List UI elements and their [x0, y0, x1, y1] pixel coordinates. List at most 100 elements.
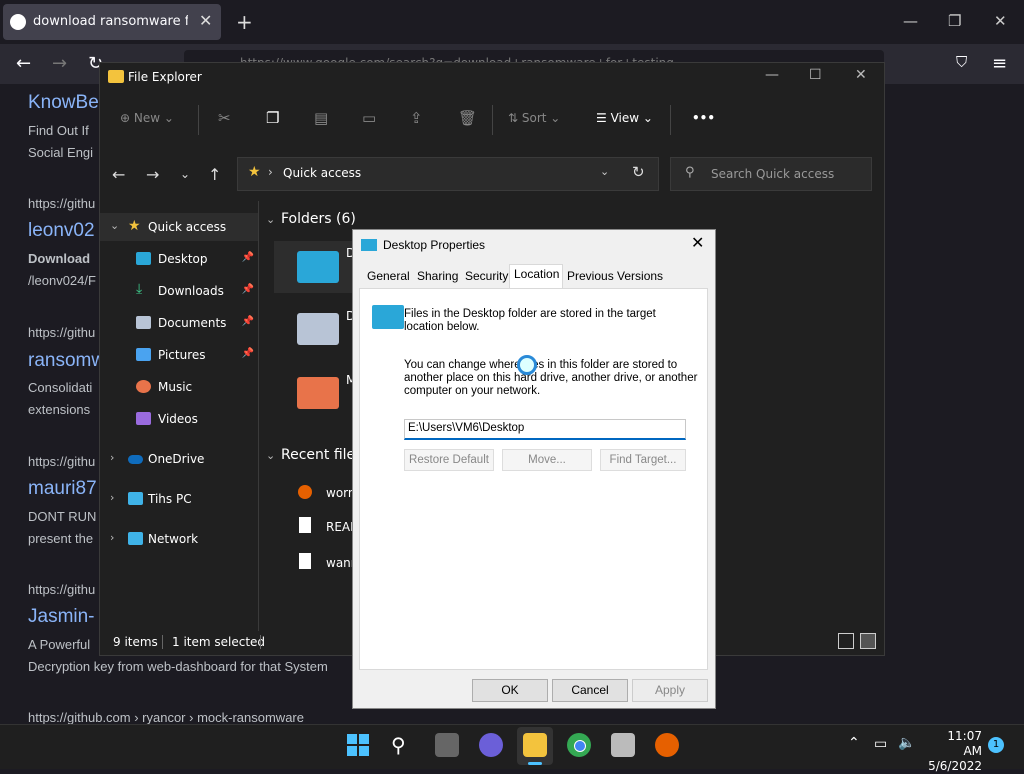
sort-button[interactable]: ⇅ Sort ⌄	[508, 111, 560, 125]
system-clock[interactable]: 11:07 AM 5/6/2022	[926, 729, 982, 774]
folders-header[interactable]: Folders (6)	[281, 211, 356, 227]
sidebar-item-videos[interactable]: Videos	[100, 405, 258, 433]
pocket-icon[interactable]: ⛉	[956, 53, 967, 71]
tab-title: download ransomware for testi	[33, 14, 188, 29]
close-icon[interactable]: ✕	[855, 67, 867, 83]
desktop-folder-icon[interactable]	[297, 251, 339, 283]
rename-icon[interactable]: ▭	[362, 109, 376, 127]
refresh-icon[interactable]: ↻	[632, 163, 645, 181]
delete-icon[interactable]: 🗑	[458, 109, 477, 127]
chevron-right-icon[interactable]: ›	[110, 531, 114, 544]
result-url[interactable]: https://github.com › ryancor › mock-rans…	[28, 710, 304, 725]
tab-security[interactable]: Security	[465, 269, 508, 283]
move-button[interactable]: Move...	[502, 449, 592, 471]
chrome-icon[interactable]	[567, 733, 591, 757]
address-bar[interactable]: ★ › Quick access ⌄ ↻	[237, 157, 659, 191]
result-url[interactable]: https://githu	[28, 454, 95, 469]
details-view-icon[interactable]	[838, 633, 854, 649]
chevron-right-icon[interactable]: ›	[110, 491, 114, 504]
new-tab-button[interactable]: +	[236, 10, 253, 34]
start-icon[interactable]	[346, 733, 370, 757]
pin-icon[interactable]: 📌	[242, 252, 254, 263]
tiles-view-icon[interactable]	[860, 633, 876, 649]
new-button[interactable]: ⊕ New ⌄	[120, 111, 174, 125]
tab-previous-versions[interactable]: Previous Versions	[567, 269, 663, 283]
result-title[interactable]: Jasmin-	[28, 606, 95, 628]
result-url[interactable]: https://githu	[28, 325, 95, 340]
sidebar-item-this-pc[interactable]: › Tihs PC	[100, 485, 258, 513]
sidebar-item-onedrive[interactable]: › OneDrive	[100, 445, 258, 473]
chevron-down-icon[interactable]: ⌄	[110, 219, 119, 232]
forward-icon[interactable]: →	[52, 53, 67, 74]
back-icon[interactable]: ←	[112, 165, 125, 184]
file-explorer-icon[interactable]	[523, 733, 547, 757]
navigation-pane: ⌄ ★ Quick access Desktop 📌 ⤓ Downloads 📌…	[100, 211, 260, 631]
share-icon[interactable]: ⇪	[410, 109, 423, 127]
firefox-icon[interactable]	[655, 733, 679, 757]
browser-tab[interactable]: download ransomware for testi ✕	[3, 4, 221, 40]
minimize-icon[interactable]: —	[903, 12, 918, 30]
close-icon[interactable]: ✕	[994, 12, 1007, 30]
search-box[interactable]: ⚲ Search Quick access	[670, 157, 872, 191]
up-icon[interactable]: ↑	[208, 165, 221, 184]
sidebar-item-network[interactable]: › Network	[100, 525, 258, 553]
network-status-icon[interactable]: ▭	[874, 736, 887, 752]
documents-folder-icon[interactable]	[297, 313, 339, 345]
result-title[interactable]: leonv02	[28, 220, 95, 242]
chevron-down-icon[interactable]: ⌄	[266, 213, 275, 226]
sidebar-item-pictures[interactable]: Pictures 📌	[100, 341, 258, 369]
restore-default-button[interactable]: Restore Default	[404, 449, 494, 471]
task-view-icon[interactable]	[435, 733, 459, 757]
paste-icon[interactable]: ▤	[314, 109, 328, 127]
target-path-input[interactable]: E:\Users\VM6\Desktop	[404, 419, 686, 440]
pane-splitter[interactable]	[258, 201, 259, 631]
cut-icon[interactable]: ✂	[218, 109, 231, 127]
pin-icon[interactable]: 📌	[242, 348, 254, 359]
result-url[interactable]: https://githu	[28, 196, 95, 211]
menu-icon[interactable]: ≡	[992, 53, 1007, 74]
sidebar-item-music[interactable]: Music	[100, 373, 258, 401]
chevron-down-icon[interactable]: ⌄	[266, 449, 275, 462]
view-icon: ☰	[596, 111, 611, 125]
result-title[interactable]: mauri87	[28, 478, 97, 500]
restore-icon[interactable]: ❐	[948, 12, 961, 30]
forward-icon[interactable]: →	[146, 165, 159, 184]
sidebar-item-desktop[interactable]: Desktop 📌	[100, 245, 258, 273]
sidebar-item-downloads[interactable]: ⤓ Downloads 📌	[100, 277, 258, 305]
folder-icon	[108, 70, 124, 83]
recent-files-header[interactable]: Recent files	[281, 447, 362, 463]
result-title[interactable]: KnowBe	[28, 92, 99, 114]
cancel-button[interactable]: Cancel	[552, 679, 628, 702]
back-icon[interactable]: ←	[16, 53, 31, 74]
ok-button[interactable]: OK	[472, 679, 548, 702]
find-target-button[interactable]: Find Target...	[600, 449, 686, 471]
notification-badge[interactable]: 1	[988, 737, 1004, 753]
search-icon[interactable]: ⚲	[391, 733, 415, 757]
music-folder-icon[interactable]	[297, 377, 339, 409]
app-icon[interactable]	[611, 733, 635, 757]
pin-icon[interactable]: 📌	[242, 316, 254, 327]
maximize-icon[interactable]: ☐	[809, 67, 822, 83]
address-text: Quick access	[283, 166, 362, 180]
chevron-up-icon[interactable]: ⌃	[848, 735, 860, 751]
more-button[interactable]: •••	[692, 111, 715, 125]
chat-icon[interactable]	[479, 733, 503, 757]
chevron-down-icon[interactable]: ⌄	[600, 165, 609, 178]
chevron-right-icon[interactable]: ›	[110, 451, 114, 464]
sidebar-item-documents[interactable]: Documents 📌	[100, 309, 258, 337]
volume-icon[interactable]: 🔈	[898, 735, 915, 751]
close-icon[interactable]: ✕	[691, 233, 704, 253]
result-url[interactable]: https://githu	[28, 582, 95, 597]
sidebar-item-quick-access[interactable]: ⌄ ★ Quick access	[100, 213, 258, 241]
result-title[interactable]: ransomw	[28, 350, 105, 372]
tab-sharing[interactable]: Sharing	[417, 269, 458, 283]
tab-location[interactable]: Location	[514, 267, 559, 281]
apply-button[interactable]: Apply	[632, 679, 708, 702]
close-tab-icon[interactable]: ✕	[199, 11, 212, 30]
recent-locations-icon[interactable]: ⌄	[180, 167, 190, 181]
copy-icon[interactable]: ❐	[266, 109, 279, 127]
view-button[interactable]: ☰ View ⌄	[596, 111, 653, 125]
minimize-icon[interactable]: —	[765, 67, 779, 83]
tab-general[interactable]: General	[367, 269, 410, 283]
pin-icon[interactable]: 📌	[242, 284, 254, 295]
